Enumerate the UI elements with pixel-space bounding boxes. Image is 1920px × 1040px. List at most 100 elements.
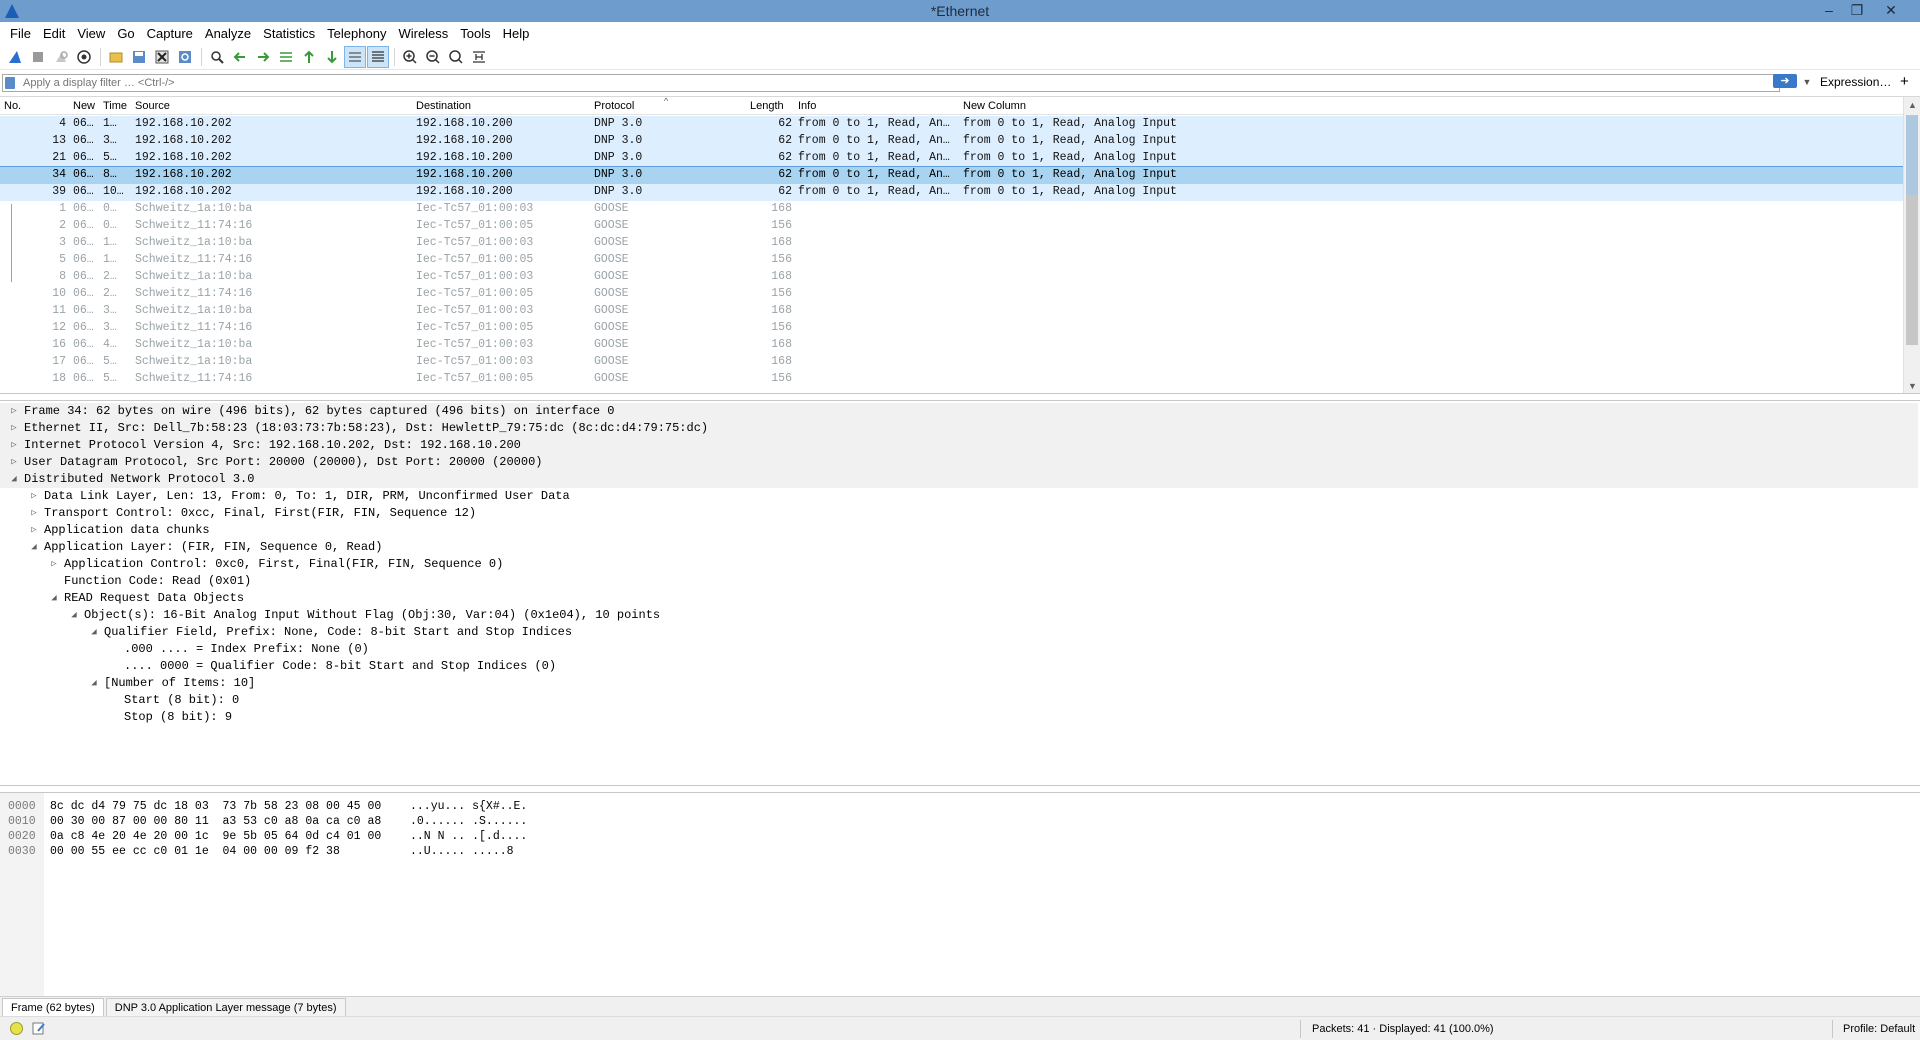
packet-row[interactable]: 18 06… 5… Schweitz_11:74:16 Iec-Tc57_01:00:0… [0,371,1903,388]
tree-item[interactable]: ▷ Frame 34: 62 bytes on wire (496 bits), … [0,403,1918,420]
zoom-in-icon[interactable] [399,46,421,68]
tree-item[interactable]: .000 .... = Index Prefix: None (0) [0,641,1918,658]
hex-bytes[interactable]: 0a c8 4e 20 4e 20 00 1c 9e 5b 05 64 0d c… [50,829,381,844]
go-first-icon[interactable] [298,46,320,68]
go-forward-icon[interactable] [252,46,274,68]
menu-telephony[interactable]: Telephony [321,26,392,41]
menu-wireless[interactable]: Wireless [392,26,454,41]
colorize-icon[interactable] [367,45,389,68]
zoom-out-icon[interactable] [422,46,444,68]
reload-icon[interactable] [174,46,196,68]
capture-options-icon[interactable] [73,46,95,68]
tree-item[interactable]: Stop (8 bit): 9 [0,709,1918,726]
close-file-icon[interactable] [151,46,173,68]
expanded-arrow-icon[interactable]: ◢ [68,607,80,624]
zoom-normal-icon[interactable] [445,46,467,68]
packet-row[interactable]: 34 06… 8… 192.168.10.202 192.168.10.200 DNP 3… [0,166,1904,185]
ascii-bytes[interactable]: ...yu... s{X#..E. [410,799,527,814]
column-header-length[interactable]: Length [750,100,784,112]
apply-filter-arrow-icon[interactable]: ➜ [1773,74,1797,88]
tree-item[interactable]: ◢ [Number of Items: 10] [0,675,1918,692]
expanded-arrow-icon[interactable]: ◢ [88,624,100,641]
packet-row[interactable]: 1 06… 0… Schweitz_1a:10:ba Iec-Tc57_01:00:03… [0,201,1903,218]
tree-item[interactable]: ▷ Ethernet II, Src: Dell_7b:58:23 (18:03:… [0,420,1918,437]
expanded-arrow-icon[interactable]: ◢ [28,539,40,556]
column-header-destination[interactable]: Destination [416,100,471,112]
packet-row[interactable]: 17 06… 5… Schweitz_1a:10:ba Iec-Tc57_01:00:0… [0,354,1903,371]
packet-row[interactable]: 13 06… 3… 192.168.10.202 192.168.10.200 DNP 3… [0,133,1903,150]
restore-button[interactable]: ❐ [1843,0,1871,22]
tab-frame[interactable]: Frame (62 bytes) [2,998,104,1016]
tree-item[interactable]: Start (8 bit): 0 [0,692,1918,709]
column-header-new[interactable]: New [73,100,95,112]
menu-edit[interactable]: Edit [37,26,71,41]
menu-help[interactable]: Help [497,26,536,41]
packet-list-scrollbar[interactable]: ▲ ▼ [1903,97,1920,393]
menu-view[interactable]: View [71,26,111,41]
stop-icon[interactable] [27,46,49,68]
minimize-button[interactable]: – [1815,0,1843,22]
collapsed-arrow-icon[interactable]: ▷ [8,437,20,454]
menu-go[interactable]: Go [111,26,140,41]
scroll-up-icon[interactable]: ▲ [1904,97,1920,114]
tree-item[interactable]: ◢ Object(s): 16-Bit Analog Input Without … [0,607,1918,624]
ascii-bytes[interactable]: .0...... .S...... [410,814,527,829]
tree-item[interactable]: ▷ Internet Protocol Version 4, Src: 192.1… [0,437,1918,454]
tree-item[interactable]: ◢ Qualifier Field, Prefix: None, Code: 8-… [0,624,1918,641]
tree-item[interactable]: Function Code: Read (0x01) [0,573,1918,590]
packet-row[interactable]: 4 06… 1… 192.168.10.202 192.168.10.200 DNP 3.… [0,116,1903,133]
add-filter-button[interactable]: + [1900,73,1909,90]
expert-info-icon[interactable] [10,1022,23,1035]
bookmark-icon[interactable] [5,77,15,89]
menu-capture[interactable]: Capture [141,26,199,41]
tree-item[interactable]: .... 0000 = Qualifier Code: 8-bit Start … [0,658,1918,675]
go-back-icon[interactable] [229,46,251,68]
hex-bytes[interactable]: 8c dc d4 79 75 dc 18 03 73 7b 58 23 08 0… [50,799,381,814]
menu-statistics[interactable]: Statistics [257,26,321,41]
save-file-icon[interactable] [128,46,150,68]
column-header-time[interactable]: Time [103,100,127,112]
packet-row[interactable]: 2 06… 0… Schweitz_11:74:16 Iec-Tc57_01:00:05… [0,218,1903,235]
find-packet-icon[interactable] [206,46,228,68]
collapsed-arrow-icon[interactable]: ▷ [8,454,20,471]
column-header-no[interactable]: No. [4,100,21,112]
scroll-down-icon[interactable]: ▼ [1904,378,1920,393]
expanded-arrow-icon[interactable]: ◢ [48,590,60,607]
packet-row[interactable]: 8 06… 2… Schweitz_1a:10:ba Iec-Tc57_01:00:03… [0,269,1903,286]
open-file-icon[interactable] [105,46,127,68]
tree-item[interactable]: ◢ Distributed Network Protocol 3.0 [0,471,1918,488]
autoscroll-icon[interactable] [344,45,366,68]
packet-row[interactable]: 21 06… 5… 192.168.10.202 192.168.10.200 DNP 3… [0,150,1903,167]
packet-row[interactable]: 10 06… 2… Schweitz_11:74:16 Iec-Tc57_01:00:0… [0,286,1903,303]
tree-item[interactable]: ▷ User Datagram Protocol, Src Port: 20000… [0,454,1918,471]
ascii-bytes[interactable]: ..N N .. .[.d.... [410,829,527,844]
filter-history-dropdown-icon[interactable]: ▼ [1801,75,1813,89]
profile-indicator[interactable]: Profile: Default [1843,1023,1915,1035]
go-last-icon[interactable] [321,46,343,68]
tab-dnp-app-layer[interactable]: DNP 3.0 Application Layer message (7 byt… [105,998,346,1016]
tree-item[interactable]: ▷ Transport Control: 0xcc, Final, First(F… [0,505,1918,522]
tree-item[interactable]: ▷ Data Link Layer, Len: 13, From: 0, To: … [0,488,1918,505]
collapsed-arrow-icon[interactable]: ▷ [28,522,40,539]
expanded-arrow-icon[interactable]: ◢ [88,675,100,692]
expanded-arrow-icon[interactable]: ◢ [8,471,20,488]
tree-item[interactable]: ▷ Application Control: 0xc0, First, Final… [0,556,1918,573]
collapsed-arrow-icon[interactable]: ▷ [48,556,60,573]
collapsed-arrow-icon[interactable]: ▷ [8,403,20,420]
tree-item[interactable]: ◢ READ Request Data Objects [0,590,1918,607]
packet-row[interactable]: 3 06… 1… Schweitz_1a:10:ba Iec-Tc57_01:00:03… [0,235,1903,252]
collapsed-arrow-icon[interactable]: ▷ [8,420,20,437]
ascii-bytes[interactable]: ..U..... .....8 [410,844,514,859]
column-header-protocol[interactable]: Protocol [594,100,634,112]
menu-analyze[interactable]: Analyze [199,26,257,41]
column-header-new-column[interactable]: New Column [963,100,1026,112]
restart-icon[interactable] [50,46,72,68]
hex-bytes[interactable]: 00 30 00 87 00 00 80 11 a3 53 c0 a8 0a c… [50,814,381,829]
shark-fin-start-icon[interactable] [4,46,26,68]
packet-row[interactable]: 5 06… 1… Schweitz_11:74:16 Iec-Tc57_01:00:05… [0,252,1903,269]
packet-row[interactable]: 11 06… 3… Schweitz_1a:10:ba Iec-Tc57_01:00:0… [0,303,1903,320]
tree-item[interactable]: ▷ Application data chunks [0,522,1918,539]
collapsed-arrow-icon[interactable]: ▷ [28,488,40,505]
tree-item[interactable]: ◢ Application Layer: (FIR, FIN, Sequence … [0,539,1918,556]
column-header-info[interactable]: Info [798,100,816,112]
